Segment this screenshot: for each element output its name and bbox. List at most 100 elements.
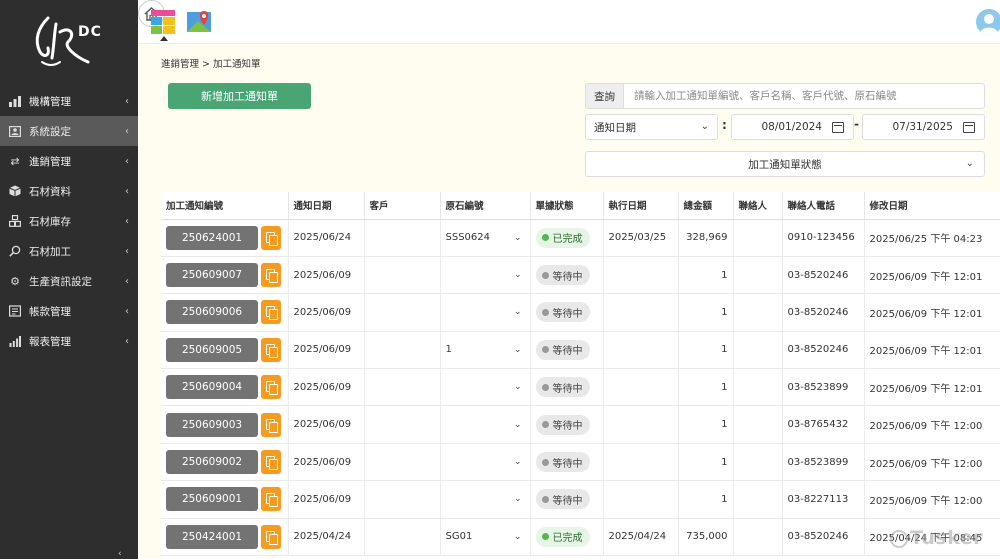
sidebar-item-stone-stock[interactable]: 石材庫存 ‹ <box>0 206 138 236</box>
status-text: 等待中 <box>552 383 583 395</box>
notice-id-button[interactable]: 250609004 <box>166 375 258 400</box>
sidebar-item-sales[interactable]: ⇄ 進銷管理 ‹ <box>0 146 138 176</box>
notice-id-button[interactable]: 250609002 <box>166 450 258 475</box>
copy-button[interactable] <box>261 300 281 325</box>
chevron-left-icon[interactable]: ‹ <box>118 549 122 559</box>
search-icon <box>8 244 22 258</box>
copy-button[interactable] <box>261 524 281 549</box>
copy-button[interactable] <box>261 225 281 250</box>
contact-cell <box>733 219 783 257</box>
amount-cell: 1 <box>678 293 734 332</box>
stone-no-value: SSS0624 <box>445 232 491 244</box>
sidebar-item-stone-processing[interactable]: 石材加工 ‹ <box>0 236 138 266</box>
sidebar-item-label: 報表管理 <box>29 335 71 348</box>
map-pin-icon[interactable] <box>186 9 212 35</box>
user-avatar[interactable] <box>976 9 1000 35</box>
chevron-down-icon[interactable]: ⌄ <box>514 233 522 243</box>
sidebar-item-org[interactable]: 機構管理 ‹ <box>0 86 138 116</box>
chevron-down-icon[interactable]: ⌄ <box>514 494 522 504</box>
notice-id-button[interactable]: 250609003 <box>166 412 258 437</box>
notice-id-button[interactable]: 250424001 <box>166 524 258 549</box>
chevron-down-icon[interactable]: ⌄ <box>514 345 522 355</box>
chevron-left-icon: ‹ <box>125 335 129 347</box>
status-dot-icon <box>541 458 549 466</box>
chevron-down-icon[interactable]: ⌄ <box>514 457 522 467</box>
date-to-field[interactable]: 07/31/2025 <box>862 114 985 140</box>
sidebar-item-accounts[interactable]: 帳款管理 ‹ <box>0 296 138 326</box>
date-from-field[interactable]: 08/01/2024 <box>731 114 854 140</box>
watermark-text: Tusker <box>910 527 984 549</box>
status-badge: 等待中 <box>535 414 590 435</box>
column-header: 單據狀態 <box>530 192 604 220</box>
sidebar-item-production-settings[interactable]: ⚙ 生產資訊設定 ‹ <box>0 266 138 296</box>
table-row[interactable]: 250624001 2025/06/24 SSS0624 ⌄ 已完成 2025/03/25… <box>161 219 1000 257</box>
column-header: 聯絡人 <box>733 192 783 220</box>
chevron-left-icon: ‹ <box>125 215 129 227</box>
calendar-icon[interactable] <box>963 121 975 133</box>
status-cell: 等待中 <box>530 256 604 295</box>
status-text: 等待中 <box>552 346 583 358</box>
table-row[interactable]: 250609004 2025/06/09 ⌄ 等待中 1 03-8523899 2025/0… <box>161 368 1000 407</box>
table-row[interactable]: 250609006 2025/06/09 ⌄ 等待中 1 03-8520246 2025/0… <box>161 293 1000 332</box>
table-row[interactable]: 250609002 2025/06/09 ⌄ 等待中 1 03-8523899 2025/0… <box>161 443 1000 482</box>
notice-date-cell: 2025/06/24 <box>288 219 365 257</box>
chevron-down-icon[interactable]: ⌄ <box>514 382 522 392</box>
contact-phone-cell: 0910-123456 <box>782 219 865 257</box>
status-badge: 已完成 <box>535 227 590 248</box>
copy-button[interactable] <box>261 412 281 437</box>
stone-no-cell[interactable]: 1 ⌄ <box>440 331 531 370</box>
stone-no-cell[interactable]: ⌄ <box>440 368 531 407</box>
app-grid-icon[interactable] <box>150 9 176 35</box>
table-row[interactable]: 250609001 2025/06/09 ⌄ 等待中 1 03-8227113 2025/0… <box>161 480 1000 519</box>
amount-cell: 1 <box>678 368 734 407</box>
notice-date-cell: 2025/06/09 <box>288 443 365 482</box>
chevron-down-icon[interactable]: ⌄ <box>514 420 522 430</box>
status-filter-select[interactable]: 加工通知單狀態 ⌄ <box>585 151 985 177</box>
exec-date-cell <box>603 368 679 407</box>
notice-date-cell: 2025/06/09 <box>288 331 365 370</box>
stone-no-cell[interactable]: ⌄ <box>440 443 531 482</box>
notice-id-cell: 250609006 <box>161 293 289 332</box>
contact-cell <box>733 256 783 295</box>
copy-button[interactable] <box>261 450 281 475</box>
chevron-down-icon[interactable]: ⌄ <box>514 532 522 542</box>
table-row[interactable]: 250609007 2025/06/09 ⌄ 等待中 1 03-8520246 2025/0… <box>161 256 1000 295</box>
add-processing-notice-button[interactable]: 新增加工通知單 <box>168 83 311 109</box>
stone-no-value: 1 <box>445 344 452 356</box>
chevron-down-icon[interactable]: ⌄ <box>514 307 522 317</box>
copy-button[interactable] <box>261 375 281 400</box>
report-icon <box>8 334 22 348</box>
stone-no-cell[interactable]: ⌄ <box>440 293 531 332</box>
stone-no-cell[interactable]: ⌄ <box>440 256 531 295</box>
amount-cell: 1 <box>678 256 734 295</box>
notice-id-button[interactable]: 250609005 <box>166 337 258 362</box>
table-row[interactable]: 250609003 2025/06/09 ⌄ 等待中 1 03-8765432 2025/0… <box>161 405 1000 444</box>
date-type-select[interactable]: 通知日期 ⌄ <box>585 114 718 140</box>
notice-id-button[interactable]: 250624001 <box>166 225 258 250</box>
stone-no-cell[interactable]: SG01 ⌄ <box>440 518 531 557</box>
table-row[interactable]: 250424001 2025/04/24 SG01 ⌄ 已完成 2025/04/24 735… <box>161 518 1000 557</box>
stone-no-cell[interactable]: ⌄ <box>440 480 531 519</box>
notice-id-button[interactable]: 250609007 <box>166 263 258 288</box>
stone-no-value: SG01 <box>445 531 473 543</box>
search-input[interactable] <box>624 84 984 108</box>
stone-no-cell[interactable]: SSS0624 ⌄ <box>440 219 531 257</box>
calendar-icon[interactable] <box>832 121 844 133</box>
notice-id-cell: 250624001 <box>161 219 289 257</box>
notice-id-button[interactable]: 250609006 <box>166 300 258 325</box>
table-row[interactable]: 250609005 2025/06/09 1 ⌄ 等待中 1 03-8520246 2025/… <box>161 331 1000 370</box>
copy-button[interactable] <box>261 487 281 512</box>
notice-id-cell: 250424001 <box>161 518 289 557</box>
sidebar-item-reports[interactable]: 報表管理 ‹ <box>0 326 138 356</box>
sidebar-item-stone-data[interactable]: 石材資料 ‹ <box>0 176 138 206</box>
chevron-down-icon[interactable]: ⌄ <box>514 270 522 280</box>
sidebar-item-system-settings[interactable]: 系統設定 ‹ <box>0 116 138 146</box>
copy-button[interactable] <box>261 263 281 288</box>
notice-id-button[interactable]: 250609001 <box>166 487 258 512</box>
copy-button[interactable] <box>261 337 281 362</box>
stone-no-cell[interactable]: ⌄ <box>440 405 531 444</box>
contact-phone-cell: 03-8765432 <box>782 405 865 444</box>
brand-logo[interactable] <box>30 12 110 70</box>
chevron-left-icon: ‹ <box>125 155 129 167</box>
customer-cell <box>364 219 441 257</box>
